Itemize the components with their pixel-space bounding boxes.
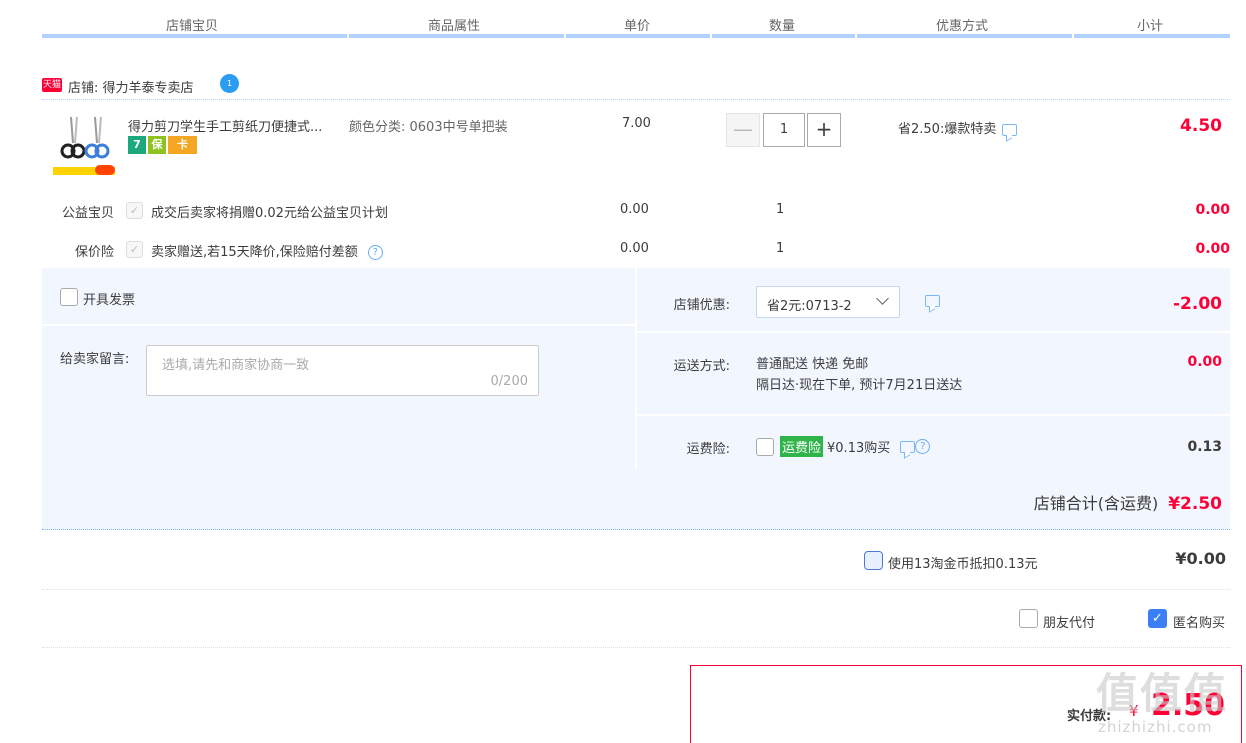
help-icon[interactable]: ? [915,439,931,454]
thumbnail-badge [95,165,115,175]
item-subtotal: 4.50 [1180,116,1222,136]
shop-discount-label: 店铺优惠: [673,298,730,313]
item-property: 颜色分类: 0603中号单把装 [349,120,508,135]
service-price: 0.00 [620,241,649,256]
service-row-price-protection: 保价险 ✓ 卖家赠送,若15天降价,保险赔付差额? 0.00 1 0.00 [42,239,1230,261]
message-char-count: 0/200 [490,374,528,389]
col-discount: 优惠方式 [936,19,989,34]
seller-message-input[interactable]: 选填,请先和商家协商一致 0/200 [146,345,539,396]
taobao-coins-row: 使用13淘金币抵扣0.13元 ¥0.00 [42,532,1230,590]
invoice-label: 开具发票 [83,293,136,308]
comment-icon[interactable] [900,440,916,453]
service-label: 保价险 [74,245,114,260]
wangwang-chat-icon[interactable]: 1 [220,74,239,93]
service-quantity: 1 [776,241,785,256]
coins-value: ¥0.00 [1175,549,1226,568]
promotion-text: 省2.50:爆款特卖 [898,122,997,137]
shipping-eta: 隔日达·现在下单, 预计7月21日送达 [756,378,963,393]
message-label: 给卖家留言: [60,352,130,367]
service-checkbox: ✓ [126,241,143,258]
watermark-logo: 值值值 [1096,669,1229,718]
service-subtotal: 0.00 [1195,241,1230,257]
quantity-input[interactable]: 1 [763,113,805,147]
item-promotion: 省2.50:爆款特卖 [898,118,1018,137]
coins-text: 使用13淘金币抵扣0.13元 [888,557,1038,572]
service-quantity: 1 [776,202,785,217]
service-row-charity: 公益宝贝 ✓ 成交后卖家将捐赠0.02元给公益宝贝计划 0.00 1 0.00 [42,200,1230,222]
comment-icon[interactable] [1002,123,1018,136]
service-label: 公益宝贝 [61,206,114,221]
shipping-method: 普通配送 快递 免邮 [756,357,869,372]
panel-divider [637,414,1230,416]
service-price: 0.00 [620,202,649,217]
freight-insurance-checkbox[interactable] [756,437,774,456]
watermark-site: zhizhizhi.com [1098,718,1213,736]
order-info-left: 开具发票 给卖家留言: 选填,请先和商家协商一致 0/200 [42,268,635,468]
order-info-panel: 开具发票 给卖家留言: 选填,请先和商家协商一致 0/200 店铺优惠: 省2元… [42,268,1230,530]
shop-discount-value: 省2元:0713-2 [767,299,852,314]
header-separator [710,34,712,38]
freight-insurance-amount: 0.13 [1187,439,1222,455]
shop-name[interactable]: 店铺: 得力羊泰专卖店 [68,77,194,96]
col-unit-price: 单价 [624,19,651,34]
item-title[interactable]: 得力剪刀学生手工剪纸刀便捷式... [128,116,322,135]
shop-row: 天猫 店铺: 得力羊泰专卖店 1 [42,74,1230,100]
freight-insurance-tag: 运费险 [780,436,824,457]
col-subtotal: 小计 [1137,19,1164,34]
comment-icon[interactable] [925,295,940,307]
service-description: 成交后卖家将捐赠0.02元给公益宝贝计划 [151,206,388,221]
shop-total-label: 店铺合计(含运费) [1033,494,1159,513]
item-thumbnail[interactable] [53,113,115,175]
shipping-info: 普通配送 快递 免邮 隔日达·现在下单, 预计7月21日送达 [756,354,962,396]
freight-insurance-price: ¥0.13购买 [827,441,891,456]
chevron-down-icon [876,292,889,305]
payment-options-row: 朋友代付 ✓ 匿名购买 [42,590,1230,648]
anonymous-label[interactable]: 匿名购买 [1173,612,1225,631]
col-quantity: 数量 [769,19,796,34]
freight-insurance-label: 运费险: [686,442,730,457]
service-description-text: 卖家赠送,若15天降价,保险赔付差额 [151,245,358,260]
shop-total-value: ¥2.50 [1168,494,1222,514]
message-placeholder: 选填,请先和商家协商一致 [162,358,310,373]
item-unit-price: 7.00 [622,116,651,131]
shop-discount-amount: -2.00 [1173,294,1222,314]
header-bar [42,34,1230,38]
service-checkbox: ✓ [126,202,143,219]
freight-insurance-option: 运费险 ¥0.13购买 ? [756,436,931,457]
header-separator [855,34,857,38]
service-subtotal: 0.00 [1195,202,1230,218]
shipping-label: 运送方式: [673,359,730,374]
friend-pay-checkbox[interactable] [1019,609,1038,628]
col-shop-item: 店铺宝贝 [166,19,219,34]
shop-total: 店铺合计(含运费) ¥2.50 [1034,490,1222,514]
shop-discount-select[interactable]: 省2元:0713-2 [756,286,900,318]
help-icon[interactable]: ? [367,245,383,260]
scissors-icon [60,116,110,159]
credit-card-icon[interactable]: 卡 [168,136,197,154]
header-separator [1072,34,1074,38]
coins-checkbox[interactable] [864,551,883,570]
quantity-stepper: — 1 + [726,113,842,147]
guarantee-icon[interactable]: 保 [148,136,166,154]
seven-day-return-icon[interactable]: 7 [128,136,146,154]
shipping-amount: 0.00 [1187,354,1222,370]
panel-divider [42,324,635,326]
col-attributes: 商品属性 [428,19,481,34]
anonymous-checkbox[interactable]: ✓ [1148,609,1167,628]
quantity-increase-button[interactable]: + [807,113,841,147]
invoice-checkbox[interactable] [60,288,78,306]
friend-pay-label[interactable]: 朋友代付 [1043,612,1095,631]
panel-divider [637,331,1230,333]
service-description: 卖家赠送,若15天降价,保险赔付差额? [151,241,383,260]
panel-divider [635,268,637,468]
quantity-decrease-button[interactable]: — [726,113,760,147]
tmall-icon: 天猫 [42,78,62,92]
header-separator [347,34,349,38]
column-header: 店铺宝贝 商品属性 单价 数量 优惠方式 小计 [42,0,1230,40]
header-separator [564,34,566,38]
service-icons: 7保卡 [128,136,199,156]
